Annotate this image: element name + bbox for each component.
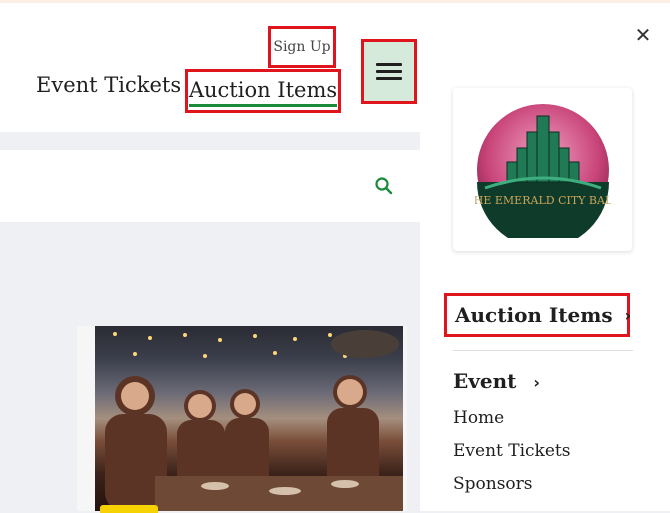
chevron-right-icon: › (624, 305, 632, 325)
nav-event-tickets[interactable]: Event Tickets (36, 73, 181, 97)
emerald-city-ball-logo: THE EMERALD CITY BALL (475, 103, 611, 238)
chevron-right-icon: › (533, 373, 540, 392)
dinner-party-photo (95, 326, 403, 511)
drawer-item-event-tickets[interactable]: Event Tickets (453, 441, 570, 461)
card-badge (100, 505, 158, 513)
menu-button[interactable] (361, 39, 417, 104)
search-icon[interactable] (374, 176, 394, 196)
nav-auction-items[interactable]: Auction Items (185, 69, 341, 113)
drawer-auction-items[interactable]: Auction Items › (444, 293, 632, 337)
drawer-divider (453, 350, 633, 351)
logo-card[interactable]: THE EMERALD CITY BALL (453, 88, 632, 251)
sign-up-link[interactable]: Sign Up (268, 26, 336, 68)
drawer-auction-items-label: Auction Items (455, 303, 613, 327)
drawer-item-home[interactable]: Home (453, 408, 504, 428)
drawer-event-section[interactable]: Event › (453, 369, 540, 393)
search-bar (0, 150, 420, 222)
close-icon[interactable]: ✕ (632, 23, 654, 47)
logo-text: THE EMERALD CITY BALL (475, 194, 611, 207)
drawer-item-sponsors[interactable]: Sponsors (453, 474, 533, 494)
hamburger-icon (376, 59, 402, 84)
side-drawer (420, 3, 670, 511)
sign-up-label: Sign Up (273, 39, 331, 55)
nav-auction-items-label: Auction Items (188, 78, 338, 107)
drawer-event-label: Event (453, 369, 517, 393)
